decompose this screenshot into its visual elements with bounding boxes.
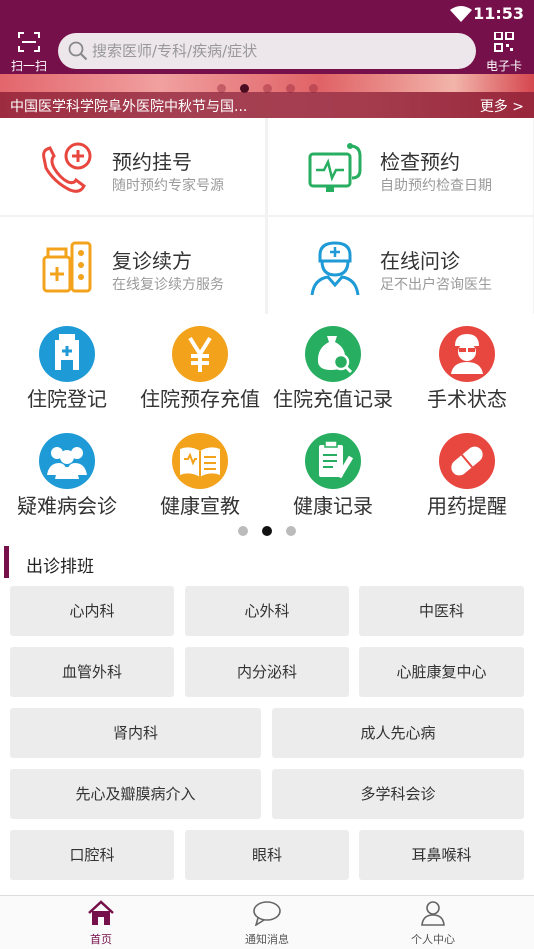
quick-prepay[interactable]: 住院预存充值 <box>133 326 267 412</box>
quick-recharge-record[interactable]: 住院充值记录 <box>266 326 400 412</box>
bottom-tab-bar: 首页 通知消息 个人中心 <box>0 895 534 949</box>
department-button[interactable]: 心外科 <box>185 586 349 636</box>
open-book-icon <box>172 433 228 489</box>
ecard-button[interactable]: 电子卡 <box>482 31 526 74</box>
stethoscope-monitor-icon <box>306 140 364 198</box>
quick-hospital-register[interactable]: 住院登记 <box>0 326 134 412</box>
tab-notifications[interactable]: 通知消息 <box>178 900 356 947</box>
scan-button[interactable]: 扫一扫 <box>8 32 50 74</box>
service-subtitle: 随时预约专家号源 <box>112 178 224 194</box>
quick-label: 健康宣教 <box>160 494 240 518</box>
service-title: 检查预约 <box>380 150 460 174</box>
main-services: 预约挂号 随时预约专家号源 检查预约 自助预约检查日期 复诊续方 在线复诊续方服… <box>0 118 534 314</box>
status-bar: 11:53 <box>0 0 534 28</box>
qr-code-icon <box>493 31 515 56</box>
pager-dot <box>238 526 248 536</box>
scan-label: 扫一扫 <box>10 59 47 73</box>
schedule-section-header: 出诊排班 <box>0 544 534 580</box>
chat-bubble-icon <box>252 901 282 930</box>
search-bar[interactable] <box>58 33 476 69</box>
quick-label: 手术状态 <box>427 387 507 411</box>
service-subtitle: 足不出户咨询医生 <box>380 277 492 293</box>
service-appointment[interactable]: 预约挂号 随时预约专家号源 <box>0 118 265 215</box>
surgeon-icon <box>439 326 495 382</box>
clipboard-pen-icon <box>305 433 361 489</box>
quick-surgery-status[interactable]: 手术状态 <box>400 326 534 412</box>
department-button[interactable]: 口腔科 <box>10 830 174 880</box>
doctor-icon <box>306 239 364 297</box>
service-subtitle: 自助预约检查日期 <box>380 178 492 194</box>
quick-label: 疑难病会诊 <box>17 494 117 518</box>
more-link[interactable]: 更多 > <box>480 96 524 116</box>
search-input[interactable] <box>92 39 462 63</box>
tab-label: 通知消息 <box>245 933 289 946</box>
app-header: 扫一扫 电子卡 <box>0 28 534 74</box>
service-exam-booking[interactable]: 检查预约 自助预约检查日期 <box>268 118 533 215</box>
service-prescription[interactable]: 复诊续方 在线复诊续方服务 <box>0 217 265 314</box>
quick-health-education[interactable]: 健康宣教 <box>133 433 267 519</box>
section-title: 出诊排班 <box>26 557 94 577</box>
department-button[interactable]: 心脏康复中心 <box>359 647 524 697</box>
tab-home[interactable]: 首页 <box>12 900 190 947</box>
service-online-consult[interactable]: 在线问诊 足不出户咨询医生 <box>268 217 533 314</box>
service-title: 复诊续方 <box>112 249 192 273</box>
news-ticker[interactable]: 中国医学科学院阜外医院中秋节与国... 更多 > <box>0 92 534 118</box>
department-button[interactable]: 心内科 <box>10 586 174 636</box>
status-time: 11:53 <box>473 4 524 23</box>
money-bag-search-icon <box>305 326 361 382</box>
quick-label: 住院登记 <box>27 387 107 411</box>
quick-label: 健康记录 <box>293 494 373 518</box>
department-button[interactable]: 成人先心病 <box>272 708 524 758</box>
icon-pager <box>0 521 534 540</box>
quick-icons-row1: 住院登记 住院预存充值 住院充值记录 手术状态 <box>0 326 534 426</box>
search-icon <box>68 41 88 65</box>
user-icon <box>420 901 446 930</box>
tab-label: 个人中心 <box>411 933 455 946</box>
quick-difficult-consult[interactable]: 疑难病会诊 <box>0 433 134 519</box>
scan-icon <box>18 32 40 56</box>
yen-icon <box>172 326 228 382</box>
tab-label: 首页 <box>90 933 112 946</box>
pager-dot <box>286 526 296 536</box>
quick-label: 住院预存充值 <box>140 387 260 411</box>
service-title: 预约挂号 <box>112 150 192 174</box>
promo-banner[interactable]: 中国医学科学院阜外医院中秋节与国... 更多 > <box>0 74 534 118</box>
quick-icons-row2: 疑难病会诊 健康宣教 健康记录 用药提醒 <box>0 433 534 533</box>
pill-icon <box>439 433 495 489</box>
department-button[interactable]: 肾内科 <box>10 708 261 758</box>
quick-health-record[interactable]: 健康记录 <box>266 433 400 519</box>
wifi-icon <box>450 6 472 26</box>
tab-profile[interactable]: 个人中心 <box>344 900 522 947</box>
department-button[interactable]: 先心及瓣膜病介入 <box>10 769 261 819</box>
group-consult-icon <box>39 433 95 489</box>
quick-label: 用药提醒 <box>427 494 507 518</box>
department-button[interactable]: 耳鼻喉科 <box>359 830 524 880</box>
service-title: 在线问诊 <box>380 249 460 273</box>
ecard-label: 电子卡 <box>485 59 522 73</box>
section-accent-bar <box>4 546 9 578</box>
quick-label: 住院充值记录 <box>273 387 393 411</box>
department-button[interactable]: 中医科 <box>359 586 524 636</box>
news-headline[interactable]: 中国医学科学院阜外医院中秋节与国... <box>10 96 247 116</box>
department-button[interactable]: 血管外科 <box>10 647 174 697</box>
medicine-bottle-icon <box>38 239 96 297</box>
department-button[interactable]: 多学科会诊 <box>272 769 524 819</box>
home-icon <box>87 900 115 930</box>
phone-plus-icon <box>38 140 96 198</box>
quick-medication-reminder[interactable]: 用药提醒 <box>400 433 534 519</box>
department-button[interactable]: 眼科 <box>185 830 349 880</box>
department-button[interactable]: 内分泌科 <box>185 647 349 697</box>
pager-dot-active <box>262 526 272 536</box>
service-subtitle: 在线复诊续方服务 <box>112 277 224 293</box>
hospital-building-icon <box>39 326 95 382</box>
